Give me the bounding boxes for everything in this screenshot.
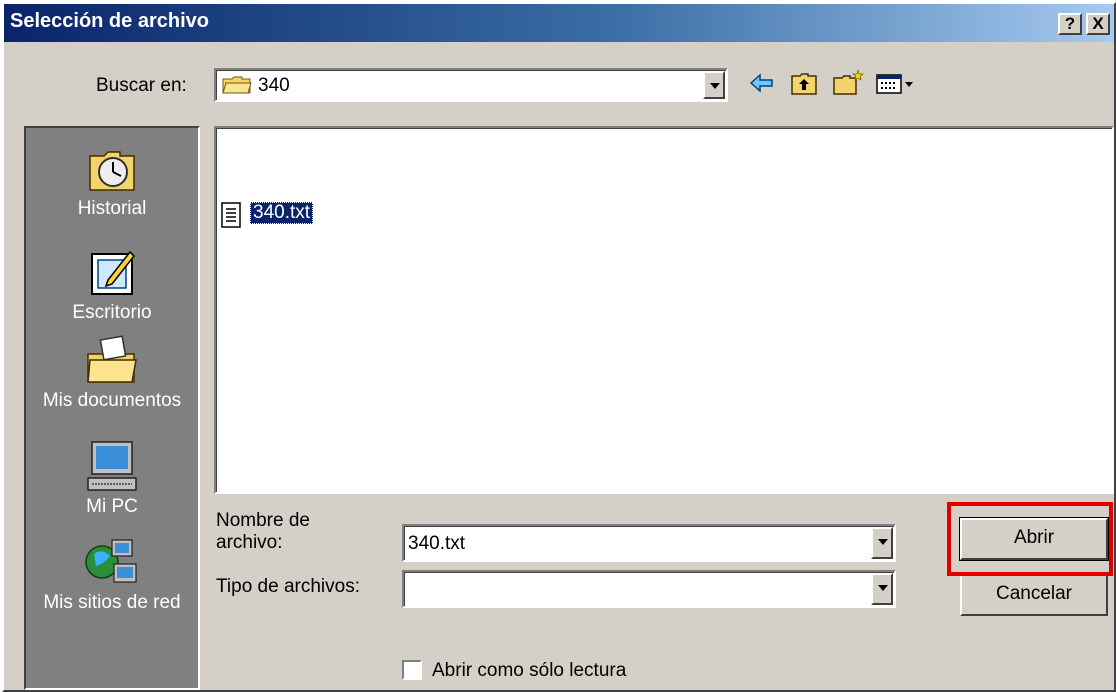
place-label: Mis sitios de red bbox=[43, 592, 181, 613]
place-label: Mis documentos bbox=[42, 390, 182, 411]
place-label: Mi PC bbox=[86, 496, 138, 517]
filename-label-line2: archivo: bbox=[216, 532, 283, 553]
look-in-label: Buscar en: bbox=[96, 75, 187, 96]
filetype-combo[interactable] bbox=[402, 570, 896, 608]
filename-dropdown-button[interactable] bbox=[871, 527, 893, 559]
network-places-icon bbox=[85, 539, 137, 583]
place-label: Historial bbox=[77, 198, 147, 219]
my-documents-icon bbox=[87, 335, 137, 383]
back-arrow-icon[interactable] bbox=[748, 68, 776, 98]
my-computer-icon bbox=[87, 441, 137, 491]
folder-icon bbox=[222, 76, 252, 94]
place-history[interactable]: Historial bbox=[26, 142, 198, 220]
highlight-box bbox=[947, 502, 1113, 576]
look-in-combo[interactable]: 340 bbox=[214, 68, 728, 102]
cancel-button[interactable]: Cancelar bbox=[960, 574, 1108, 616]
filename-combo[interactable]: 340.txt bbox=[402, 524, 896, 562]
filename-label-line1: Nombre de bbox=[216, 510, 310, 531]
file-list[interactable]: 340.txt bbox=[214, 126, 1114, 494]
place-desktop[interactable]: Escritorio bbox=[26, 246, 198, 324]
new-folder-icon[interactable] bbox=[832, 68, 864, 98]
filetype-label: Tipo de archivos: bbox=[216, 576, 360, 597]
place-my-computer[interactable]: Mi PC bbox=[26, 440, 198, 518]
place-network[interactable]: Mis sitios de red bbox=[26, 536, 198, 614]
place-label: Escritorio bbox=[72, 302, 152, 323]
look-in-value: 340 bbox=[258, 75, 290, 96]
places-bar: Historial Escritorio Mis documentos Mi P… bbox=[24, 126, 200, 690]
close-button[interactable]: X bbox=[1086, 13, 1110, 35]
help-button[interactable]: ? bbox=[1058, 13, 1082, 35]
dialog-title: Selección de archivo bbox=[10, 10, 209, 32]
readonly-checkbox[interactable] bbox=[402, 660, 422, 680]
up-one-level-icon[interactable] bbox=[790, 68, 818, 98]
place-my-documents[interactable]: Mis documentos bbox=[26, 334, 198, 412]
file-dialog: Selección de archivo ? X Buscar en: 340 bbox=[2, 2, 1116, 692]
desktop-icon bbox=[91, 250, 136, 295]
history-icon bbox=[89, 151, 135, 191]
text-file-icon bbox=[221, 202, 241, 228]
file-name: 340.txt bbox=[250, 202, 314, 224]
filename-input[interactable]: 340.txt bbox=[408, 533, 465, 555]
title-bar[interactable]: Selección de archivo ? X bbox=[4, 4, 1114, 42]
readonly-label: Abrir como sólo lectura bbox=[432, 660, 627, 681]
filetype-dropdown-button[interactable] bbox=[871, 573, 893, 605]
view-menu-icon[interactable] bbox=[874, 68, 918, 98]
look-in-dropdown-button[interactable] bbox=[703, 71, 725, 99]
